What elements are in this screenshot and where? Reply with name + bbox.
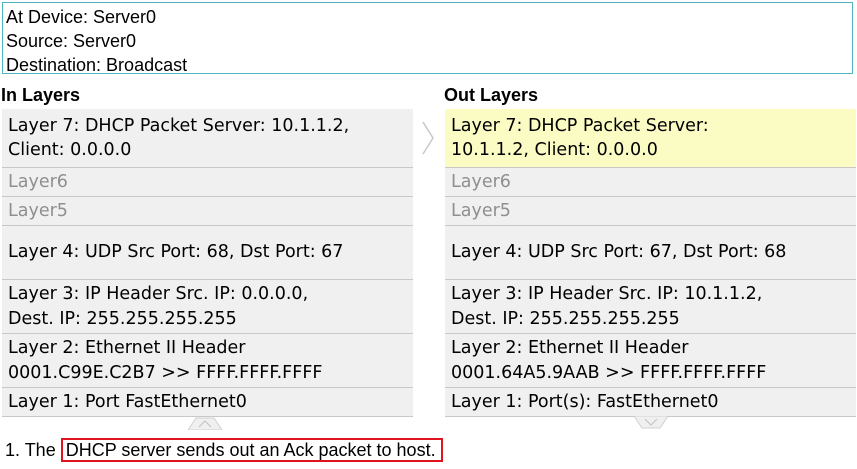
at-device-label: At Device: Server0: [6, 7, 157, 27]
step-description: 1. The DHCP server sends out an Ack pack…: [5, 438, 443, 462]
chevron-up-icon[interactable]: [188, 416, 222, 430]
out-layer-4[interactable]: Layer 4: UDP Src Port: 67, Dst Port: 68: [445, 226, 856, 280]
out-layers-heading: Out Layers: [444, 85, 539, 105]
in-layer-3[interactable]: Layer 3: IP Header Src. IP: 0.0.0.0, Des…: [2, 280, 413, 334]
destination-label: Destination: Broadcast: [6, 55, 188, 75]
out-layer-3[interactable]: Layer 3: IP Header Src. IP: 10.1.1.2, De…: [445, 280, 856, 334]
in-layer-5[interactable]: Layer5: [2, 197, 413, 226]
out-layer-2[interactable]: Layer 2: Ethernet II Header 0001.64A5.9A…: [445, 334, 856, 388]
highlighted-description: DHCP server sends out an Ack packet to h…: [60, 438, 443, 462]
step-number: 1. The: [5, 440, 61, 460]
source-label: Source: Server0: [6, 31, 137, 51]
in-layer-4[interactable]: Layer 4: UDP Src Port: 68, Dst Port: 67: [2, 226, 413, 280]
device-info-panel: At Device: Server0 Source: Server0 Desti…: [2, 2, 853, 75]
in-layer-6[interactable]: Layer6: [2, 168, 413, 197]
chevron-right-icon: [422, 121, 434, 155]
out-layer-5[interactable]: Layer5: [445, 197, 856, 226]
in-layer-7[interactable]: Layer 7: DHCP Packet Server: 10.1.1.2, C…: [2, 109, 413, 168]
in-layer-1[interactable]: Layer 1: Port FastEthernet0: [2, 388, 413, 417]
out-layer-6[interactable]: Layer6: [445, 168, 856, 197]
in-layer-2[interactable]: Layer 2: Ethernet II Header 0001.C99E.C2…: [2, 334, 413, 388]
in-layers-heading: In Layers: [1, 85, 81, 105]
out-layer-7[interactable]: Layer 7: DHCP Packet Server: 10.1.1.2, C…: [445, 109, 856, 168]
chevron-down-icon[interactable]: [634, 416, 668, 430]
out-layer-1[interactable]: Layer 1: Port(s): FastEthernet0: [445, 388, 856, 417]
